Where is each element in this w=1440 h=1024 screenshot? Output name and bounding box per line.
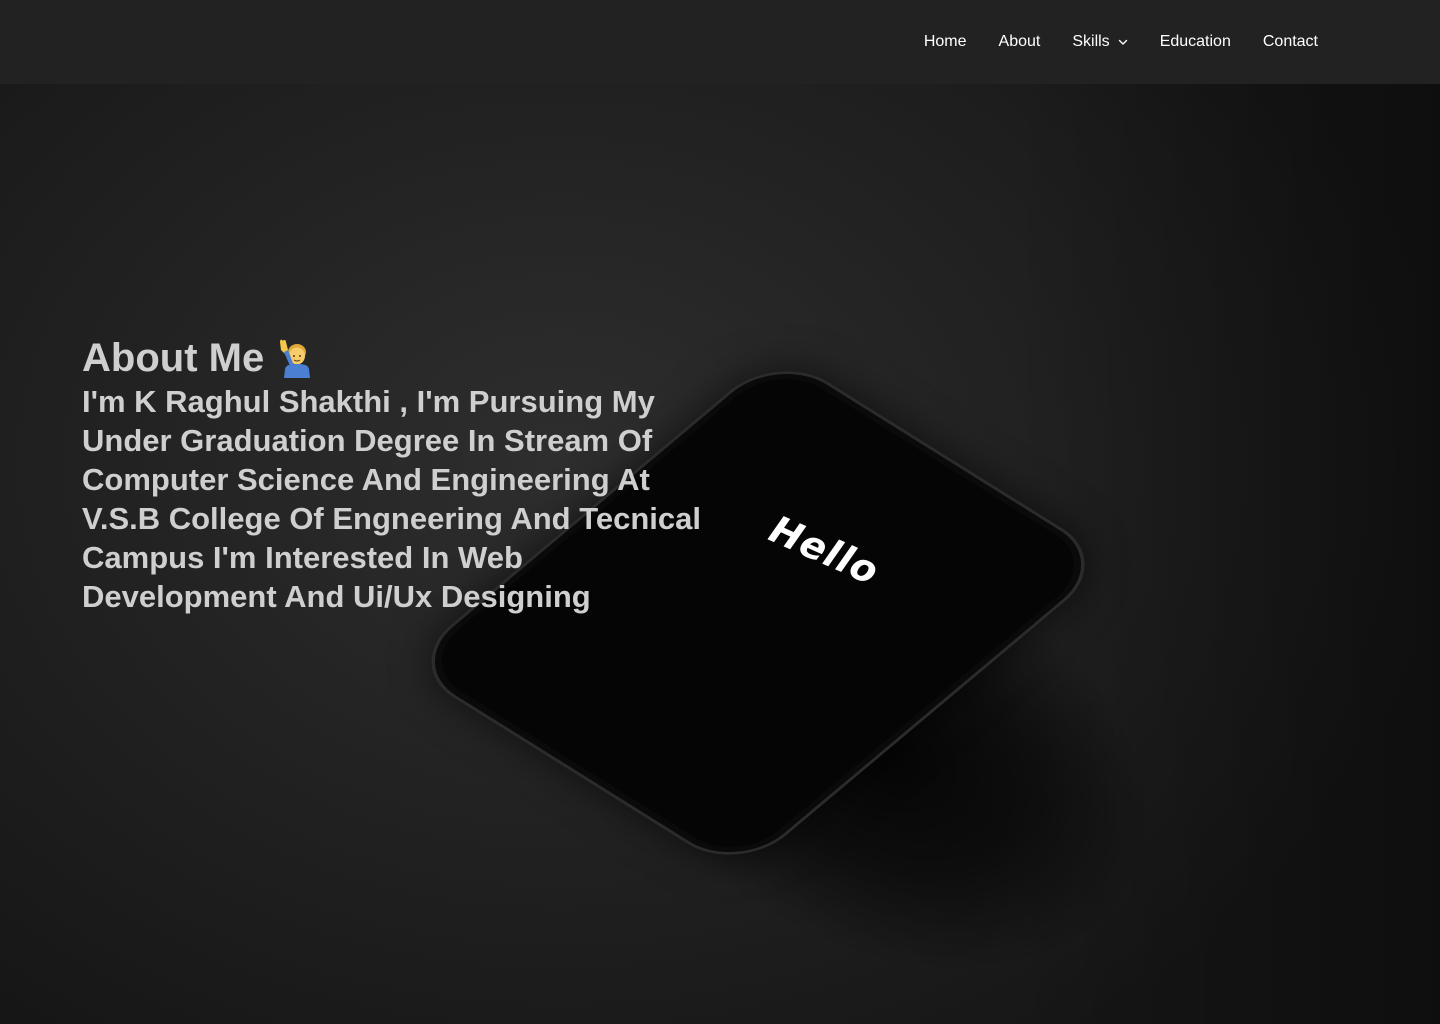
nav-contact-label: Contact	[1262, 33, 1318, 50]
nav-education-link[interactable]: Education	[1144, 33, 1247, 51]
about-heading: About Me	[82, 334, 722, 382]
nav-home-label: Home	[923, 33, 967, 50]
nav-contact-link[interactable]: Contact	[1247, 33, 1318, 51]
nav-home-link[interactable]: Home	[908, 33, 983, 51]
nav-about-link[interactable]: About	[983, 33, 1057, 51]
about-title-text: About Me	[82, 336, 265, 380]
person-raising-hand-icon	[280, 339, 311, 378]
page: Home About Skills Education Contact Hell…	[0, 0, 1440, 1024]
site-header: Home About Skills Education Contact	[0, 0, 1440, 84]
chevron-down-icon	[1118, 39, 1127, 45]
about-description: I'm K Raghul Shakthi , I'm Pursuing My U…	[82, 384, 701, 614]
main-nav: Home About Skills Education Contact	[908, 0, 1318, 84]
nav-education-label: Education	[1159, 33, 1231, 50]
about-section: About Me I'm K Raghul Shakthi , I'm Purs…	[82, 334, 722, 616]
nav-about-label: About	[998, 33, 1041, 50]
nav-skills-label: Skills	[1072, 33, 1110, 50]
nav-skills-dropdown[interactable]: Skills	[1056, 33, 1143, 51]
